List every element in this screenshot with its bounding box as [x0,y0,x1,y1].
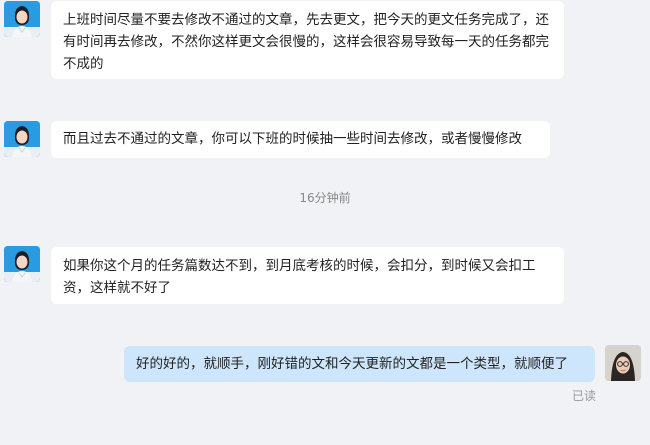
self-avatar[interactable] [605,345,641,381]
message-bubble-incoming: 上班时间尽量不要去修改不通过的文章，先去更文，把今天的更文任务完成了，还有时间再… [51,1,564,79]
message-bubble-incoming: 如果你这个月的任务篇数达不到，到月底考核的时候，会扣分，到时候又会扣工资，这样就… [51,247,564,304]
contact-avatar[interactable] [4,1,40,37]
message-bubble-incoming: 而且过去不通过的文章，你可以下班的时候抽一些时间去修改，或者慢慢修改 [51,121,550,158]
chat-window: 上班时间尽量不要去修改不通过的文章，先去更文，把今天的更文任务完成了，还有时间再… [0,0,650,445]
person-avatar-icon [4,121,40,157]
message-bubble-outgoing: 好的好的，就顺手，刚好错的文和今天更新的文都是一个类型，就顺便了 [124,346,595,382]
message-timestamp: 16分钟前 [299,191,351,205]
person-avatar-icon [4,1,40,37]
person-avatar-icon [4,246,40,282]
self-avatar-icon [605,345,641,381]
contact-avatar[interactable] [4,121,40,157]
read-status: 已读 [572,389,597,403]
contact-avatar[interactable] [4,246,40,282]
